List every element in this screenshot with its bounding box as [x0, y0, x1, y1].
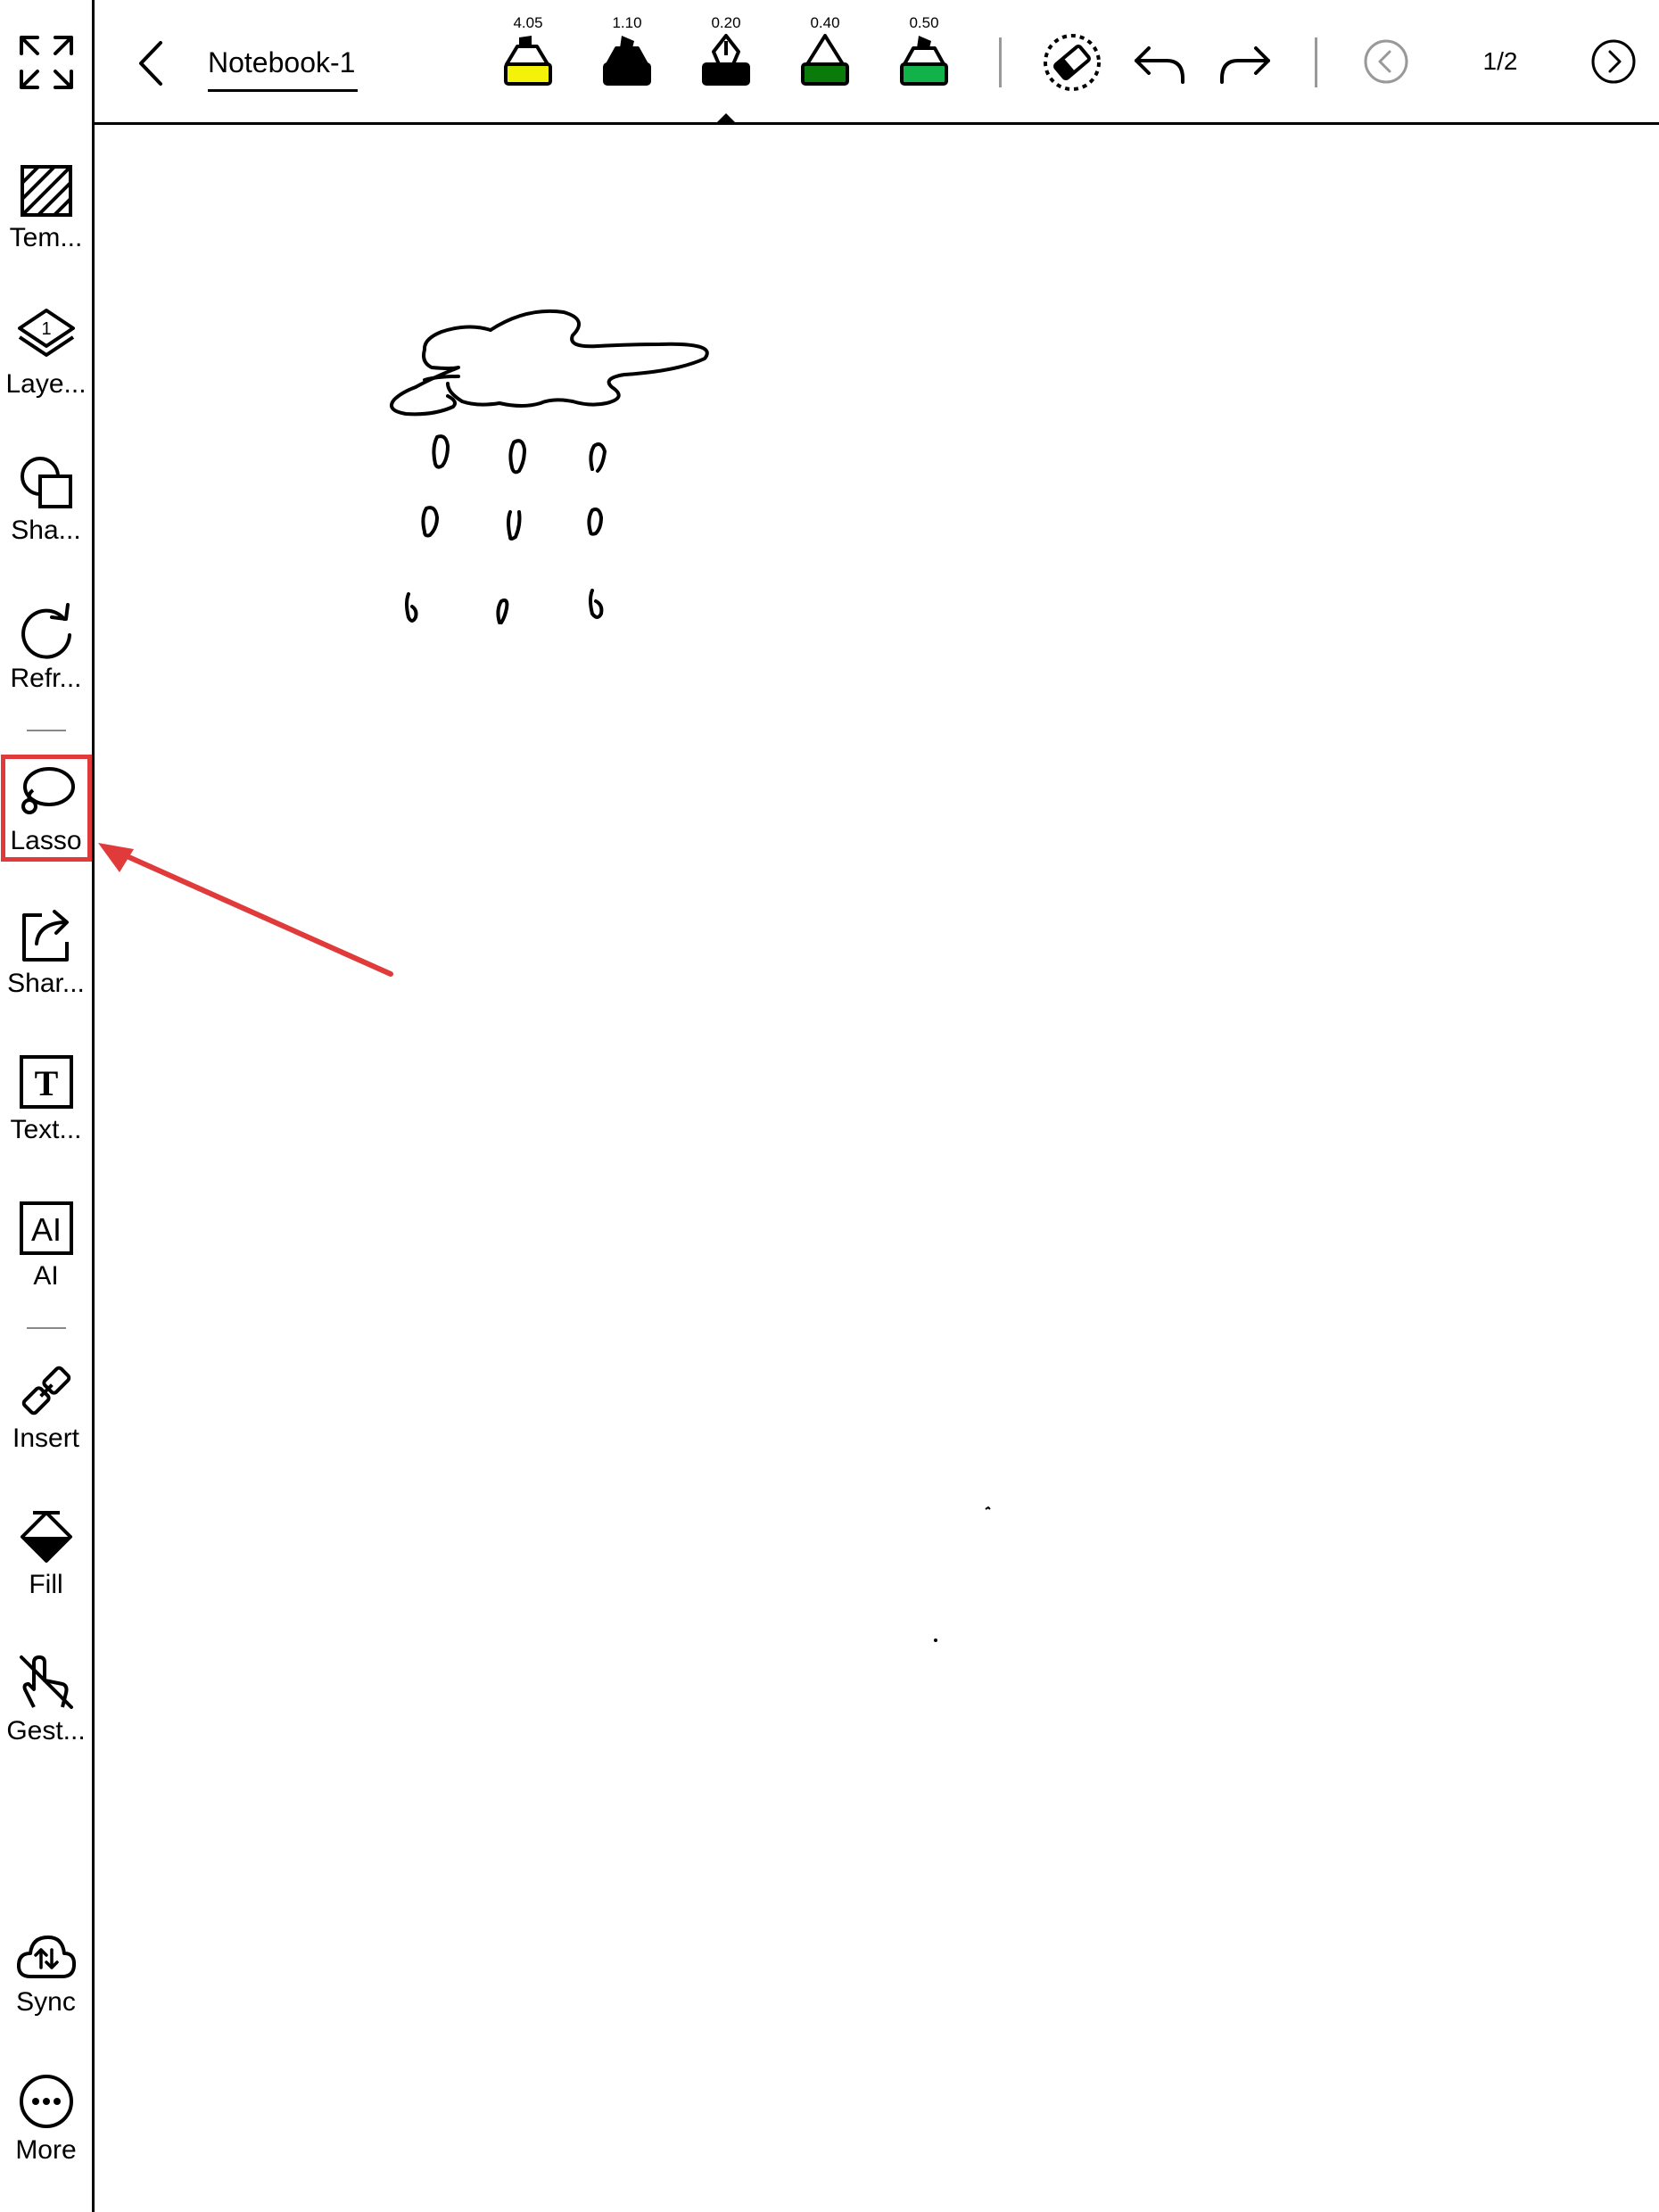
cloud-sync-icon — [16, 1936, 76, 1978]
lasso-highlight-box — [1, 755, 92, 862]
refresh-icon — [21, 603, 71, 659]
notebook-title[interactable]: Notebook-1 — [208, 45, 355, 80]
pen-color-swatch — [801, 62, 849, 86]
sidebar-item-label: AI — [33, 1261, 59, 1291]
highlighter-pen-icon — [504, 36, 552, 86]
chevron-left-icon — [139, 41, 162, 86]
next-page-button[interactable] — [1590, 38, 1637, 85]
pen-size-label: 1.10 — [612, 14, 642, 31]
fullscreen-button[interactable] — [18, 34, 75, 91]
share-icon — [21, 910, 69, 962]
page-indicator: 1/2 — [1482, 47, 1518, 75]
pen-color-swatch — [702, 62, 750, 86]
sidebar-item-more[interactable]: More — [0, 2073, 92, 2166]
pen-color-swatch — [504, 62, 552, 86]
sidebar-item-label: Sha... — [11, 516, 81, 545]
marker-pen-icon — [900, 36, 948, 86]
sidebar-item-label: Shar... — [7, 969, 85, 998]
eraser-icon — [1044, 34, 1101, 91]
marker-pen-icon — [603, 36, 651, 86]
sidebar-divider — [27, 730, 66, 731]
eraser-button[interactable] — [1042, 32, 1102, 93]
selected-pen-indicator — [715, 112, 737, 124]
svg-text:T: T — [34, 1063, 58, 1103]
pen-color-swatch — [603, 62, 651, 86]
insert-link-icon — [21, 1366, 70, 1416]
pen-preset-1[interactable]: 4.05 — [492, 14, 564, 92]
back-button[interactable] — [134, 39, 169, 87]
canvas-speck — [985, 1506, 991, 1510]
sidebar-item-label: Sync — [16, 1987, 76, 2017]
fill-bucket-icon — [20, 1511, 72, 1563]
sidebar-item-label: Tem... — [9, 223, 83, 252]
pen-size-label: 4.05 — [513, 14, 543, 31]
sidebar-item-label: Laye... — [5, 369, 87, 399]
shapes-icon — [20, 457, 72, 508]
pen-size-label: 0.40 — [810, 14, 840, 31]
undo-button[interactable] — [1131, 39, 1186, 87]
sidebar-item-label: Text... — [10, 1115, 82, 1144]
ballpoint-pen-icon — [801, 34, 849, 86]
pen-preset-4[interactable]: 0.40 — [789, 14, 861, 92]
sidebar-item-label: Insert — [12, 1424, 80, 1453]
fullscreen-icon — [20, 36, 73, 89]
annotation-arrow — [98, 843, 393, 977]
sidebar-item-label: Gest... — [6, 1716, 86, 1746]
toolbar-divider — [999, 37, 1002, 87]
toolbar-border — [92, 122, 1659, 125]
sidebar-item-refresh[interactable]: Refr... — [0, 601, 92, 694]
pen-preset-5[interactable]: 0.50 — [888, 14, 960, 92]
more-icon — [19, 2075, 73, 2128]
sidebar-border — [92, 0, 95, 2212]
canvas-speck — [934, 1638, 937, 1642]
sidebar-item-label: Refr... — [10, 664, 82, 693]
undo-icon — [1135, 46, 1184, 84]
redo-button[interactable] — [1218, 39, 1274, 87]
sidebar-item-share[interactable]: Shar... — [0, 908, 92, 999]
sidebar-item-fill[interactable]: Fill — [0, 1509, 92, 1600]
pen-size-label: 0.50 — [909, 14, 939, 31]
layer-count-badge: 1 — [41, 319, 51, 339]
layers-icon: 1 — [17, 309, 75, 357]
pen-preset-3[interactable]: 0.20 — [690, 14, 762, 92]
svg-text:AI: AI — [30, 1211, 61, 1248]
sidebar-item-insert[interactable]: Insert — [0, 1363, 92, 1454]
template-icon — [20, 165, 72, 217]
sidebar-item-text-box[interactable]: T Text... — [0, 1054, 92, 1145]
ai-icon: AI — [19, 1201, 73, 1255]
gesture-icon — [19, 1655, 73, 1709]
title-underline — [208, 89, 358, 92]
sidebar-item-label: Fill — [29, 1570, 63, 1599]
sidebar-item-template[interactable]: Tem... — [0, 164, 92, 253]
pen-color-swatch — [900, 62, 948, 86]
circle-chevron-right-icon — [1591, 39, 1636, 84]
previous-page-button[interactable] — [1363, 38, 1409, 85]
fountain-pen-icon — [702, 34, 750, 86]
sidebar-item-gesture[interactable]: Gest... — [0, 1654, 92, 1746]
text-box-icon: T — [19, 1055, 73, 1109]
sidebar-item-shapes[interactable]: Sha... — [0, 455, 92, 546]
sidebar-item-label: More — [15, 2135, 77, 2165]
canvas-drawing — [390, 309, 709, 624]
sidebar-item-ai[interactable]: AI AI — [0, 1201, 92, 1292]
pen-preset-2[interactable]: 1.10 — [591, 14, 663, 92]
sidebar-item-layers[interactable]: 1 Laye... — [0, 309, 92, 400]
toolbar-divider — [1315, 37, 1317, 87]
sidebar-item-sync[interactable]: Sync — [0, 1932, 92, 2018]
sidebar-divider — [27, 1327, 66, 1329]
redo-icon — [1220, 46, 1270, 84]
pen-size-label: 0.20 — [711, 14, 741, 31]
circle-chevron-left-icon — [1364, 39, 1408, 84]
